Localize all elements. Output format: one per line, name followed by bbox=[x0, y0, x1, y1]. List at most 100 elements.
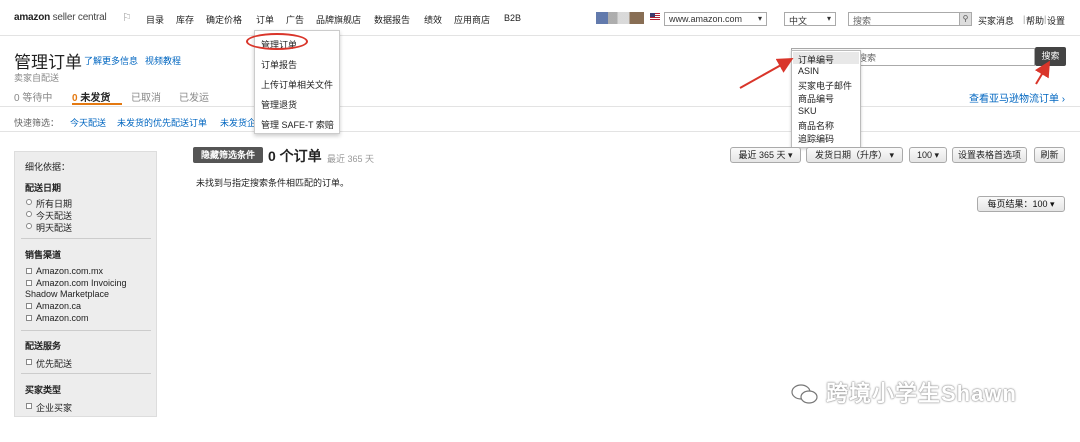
nav-reports[interactable]: 数据报告 bbox=[374, 13, 410, 26]
sidebar-heading-buyer-type: 买家类型 bbox=[25, 385, 62, 395]
settings-link[interactable]: 设置 bbox=[1047, 14, 1065, 27]
radio-all-dates[interactable] bbox=[26, 199, 32, 205]
option-amazon-mx[interactable]: Amazon.com.mx bbox=[36, 266, 103, 276]
nav-orders[interactable]: 订单 bbox=[256, 13, 274, 26]
watermark-text: 跨境小学生Shawn bbox=[826, 381, 1017, 406]
sort-select[interactable]: 发货日期（升序） ▾ bbox=[806, 147, 903, 163]
search-type-order-id[interactable]: 订单编号 bbox=[798, 53, 834, 66]
checkbox-amazon-invoicing[interactable] bbox=[26, 280, 32, 286]
quick-filter-priority[interactable]: 未发货的优先配送订单 bbox=[117, 116, 207, 129]
sort-value: 发货日期（升序） bbox=[814, 150, 887, 160]
us-flag-icon bbox=[650, 13, 660, 21]
language-select[interactable]: 中文 ▾ bbox=[784, 12, 836, 26]
divider bbox=[0, 106, 1080, 107]
option-priority[interactable]: 优先配送 bbox=[36, 357, 72, 370]
active-tab-indicator bbox=[72, 103, 122, 105]
caret-down-icon: ▾ bbox=[757, 14, 762, 23]
video-tutorial-link[interactable]: 视频教程 bbox=[145, 54, 181, 67]
quick-filter-business[interactable]: 未发货企 bbox=[220, 116, 256, 129]
option-shadow-marketplace[interactable]: Shadow Marketplace bbox=[25, 289, 109, 299]
search-type-asin[interactable]: ASIN bbox=[798, 66, 819, 76]
caret-down-icon: ▾ bbox=[788, 150, 793, 160]
learn-more-link[interactable]: 了解更多信息 bbox=[84, 54, 138, 67]
annotation-arrow-search-button bbox=[1034, 60, 1051, 85]
tab-shipped-label: 已发运 bbox=[179, 93, 209, 104]
language-value: 中文 bbox=[789, 16, 808, 26]
order-search-button[interactable]: 搜索 bbox=[1035, 47, 1066, 66]
option-amazon-com[interactable]: Amazon.com bbox=[36, 313, 89, 323]
marketplace-select[interactable]: www.amazon.com ▾ bbox=[664, 12, 767, 26]
search-icon[interactable]: ⚲ bbox=[959, 13, 971, 25]
sidebar-heading-delivery-date: 配送日期 bbox=[25, 183, 62, 193]
sidebar-title: 细化依据： bbox=[25, 162, 71, 172]
tab-pending-count: 0 bbox=[14, 93, 20, 104]
divider bbox=[0, 131, 1080, 132]
nav-appstore[interactable]: 应用商店 bbox=[454, 13, 490, 26]
caret-down-icon: ▾ bbox=[934, 150, 940, 160]
buyer-messages-link[interactable]: 买家消息 bbox=[978, 14, 1014, 27]
separator: | bbox=[1044, 14, 1047, 24]
checkbox-amazon-ca[interactable] bbox=[26, 303, 32, 309]
option-tomorrow[interactable]: 明天配送 bbox=[36, 221, 72, 234]
nav-catalog[interactable]: 目录 bbox=[146, 13, 164, 26]
refresh-button[interactable]: 刷新 bbox=[1034, 147, 1065, 163]
wechat-icon bbox=[791, 384, 818, 404]
no-results-message: 未找到与指定搜索条件相匹配的订单。 bbox=[196, 178, 350, 188]
nav-stores[interactable]: 品牌旗舰店 bbox=[316, 13, 361, 26]
menu-upload-order-files[interactable]: 上传订单相关文件 bbox=[261, 78, 333, 91]
menu-safet-claims[interactable]: 管理 SAFE-T 索赔 bbox=[261, 118, 334, 131]
results-per-page-select[interactable]: 每页结果：100 ▾ bbox=[977, 196, 1065, 212]
nav-b2b[interactable]: B2B bbox=[504, 13, 521, 23]
date-range-select[interactable]: 最近 365 天 ▾ bbox=[730, 147, 801, 163]
search-type-tracking-id[interactable]: 追踪编码 bbox=[798, 132, 834, 145]
caret-down-icon: ▾ bbox=[1050, 199, 1055, 209]
radio-today[interactable] bbox=[26, 211, 32, 217]
global-search-input[interactable]: 搜索 bbox=[848, 12, 972, 26]
tab-cancelled[interactable]: 已取消 bbox=[131, 89, 161, 104]
menu-order-reports[interactable]: 订单报告 bbox=[261, 58, 297, 71]
results-per-page-value: 每页结果：100 bbox=[987, 199, 1048, 209]
divider bbox=[21, 238, 151, 239]
option-amazon-ca[interactable]: Amazon.ca bbox=[36, 301, 81, 311]
hide-filters-button[interactable]: 隐藏筛选条件 bbox=[193, 147, 263, 163]
tab-cancelled-label: 已取消 bbox=[131, 93, 161, 104]
annotation-arrow-search-type bbox=[739, 58, 794, 89]
option-amazon-invoicing[interactable]: Amazon.com Invoicing bbox=[36, 278, 127, 288]
search-type-product-name[interactable]: 商品名称 bbox=[798, 119, 834, 132]
quick-filter-today[interactable]: 今天配送 bbox=[70, 116, 106, 129]
tab-pending[interactable]: 0 等待中 bbox=[14, 89, 52, 104]
page-size-select[interactable]: 100 ▾ bbox=[909, 147, 947, 163]
sidebar-heading-shipping-service: 配送服务 bbox=[25, 341, 62, 351]
search-type-item-id[interactable]: 商品编号 bbox=[798, 92, 834, 105]
seller-central-logo[interactable]: amazon seller central bbox=[14, 12, 107, 23]
table-preferences-button[interactable]: 设置表格首选项 bbox=[952, 147, 1027, 163]
quick-filter-label: 快速筛选： bbox=[14, 118, 60, 128]
order-count: 0 个订单 bbox=[268, 148, 322, 164]
option-business-buyer[interactable]: 企业买家 bbox=[36, 401, 72, 414]
search-type-buyer-email[interactable]: 买家电子邮件 bbox=[798, 79, 852, 92]
checkbox-business-buyer[interactable] bbox=[26, 403, 32, 409]
nav-advertising[interactable]: 广告 bbox=[286, 13, 304, 26]
menu-manage-returns[interactable]: 管理退货 bbox=[261, 98, 297, 111]
flag-icon[interactable]: ⚐ bbox=[122, 11, 132, 24]
checkbox-amazon-com[interactable] bbox=[26, 315, 32, 321]
page-title: 管理订单 bbox=[14, 53, 82, 72]
marketplace-value: www.amazon.com bbox=[669, 14, 743, 24]
search-type-sku[interactable]: SKU bbox=[798, 106, 817, 116]
tab-shipped[interactable]: 已发运 bbox=[179, 89, 209, 104]
annotation-circle bbox=[246, 33, 308, 50]
tab-unshipped[interactable]: 0 未发货 bbox=[72, 89, 110, 104]
nav-performance[interactable]: 绩效 bbox=[424, 13, 442, 26]
account-name-blurred bbox=[596, 12, 644, 24]
date-range-value: 最近 365 天 bbox=[738, 150, 786, 160]
checkbox-amazon-mx[interactable] bbox=[26, 268, 32, 274]
global-search-placeholder: 搜索 bbox=[853, 16, 872, 26]
fba-orders-link[interactable]: 查看亚马逊物流订单 › bbox=[969, 90, 1065, 105]
seller-fulfilled-label: 卖家自配送 bbox=[14, 73, 60, 83]
caret-down-icon: ▾ bbox=[889, 150, 895, 160]
nav-pricing[interactable]: 确定价格 bbox=[206, 13, 242, 26]
help-link[interactable]: 帮助 bbox=[1026, 14, 1044, 27]
radio-tomorrow[interactable] bbox=[26, 223, 32, 229]
nav-inventory[interactable]: 库存 bbox=[176, 13, 194, 26]
checkbox-priority[interactable] bbox=[26, 359, 32, 365]
